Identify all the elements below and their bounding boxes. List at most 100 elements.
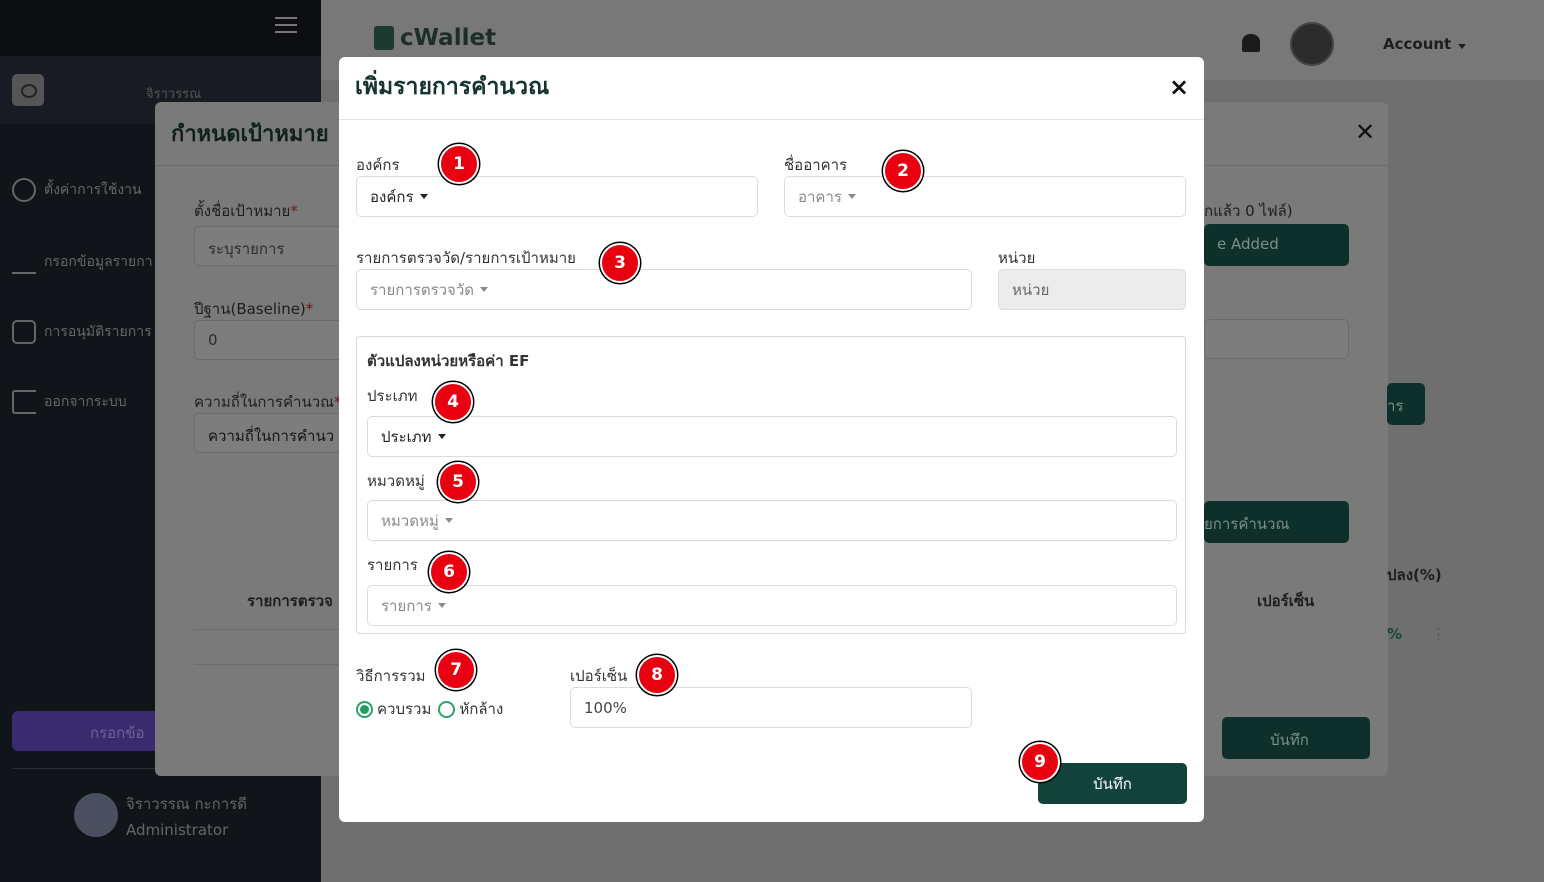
modal-header: เพิ่มรายการคำนวณ × xyxy=(339,57,1204,120)
step-badge-1: 1 xyxy=(439,144,479,184)
percent-input[interactable]: 100% xyxy=(570,687,972,728)
avatar xyxy=(74,793,118,837)
step-badge-3: 3 xyxy=(600,243,640,283)
save-button[interactable]: บันทึก xyxy=(1038,763,1187,804)
logout-icon xyxy=(12,390,36,414)
step-badge-2: 2 xyxy=(883,151,923,191)
method-radio-group: ควบรวม หักล้าง xyxy=(356,697,503,721)
account-dropdown[interactable]: Account xyxy=(1383,35,1467,53)
table-divider xyxy=(194,629,354,630)
pencil-icon xyxy=(12,250,36,274)
column-header-percent: เปอร์เซ็น xyxy=(1257,592,1315,610)
measure-select-value: รายการตรวจวัด xyxy=(370,280,475,299)
unit-field: หน่วย xyxy=(998,269,1186,310)
goal-name-label-text: ตั้งชื่อเป้าหมาย xyxy=(194,202,291,220)
close-button[interactable]: × xyxy=(1169,73,1189,101)
sidebar-item-settings[interactable]: ตั้งค่าการใช้งาน xyxy=(12,178,142,202)
sidebar-item-approval[interactable]: การอนุมัติรายการ xyxy=(12,320,152,344)
step-badge-9: 9 xyxy=(1020,742,1060,782)
chevron-down-icon xyxy=(419,194,428,199)
step-badge-6: 6 xyxy=(429,552,469,592)
sidebar-item-label: ออกจากระบบ xyxy=(44,394,127,410)
baseline-label-text: ปีฐาน(Baseline) xyxy=(194,300,306,318)
add-calc-button[interactable]: ยการคำนวณ xyxy=(1204,501,1349,543)
chevron-down-icon xyxy=(1458,44,1467,49)
unit-field-value: หน่วย xyxy=(1012,280,1050,299)
chevron-down-icon xyxy=(437,603,446,608)
row-percent-value: % xyxy=(1387,625,1403,643)
method-option-label: ควบรวม xyxy=(377,700,432,718)
app-logo[interactable]: cWallet xyxy=(374,25,496,51)
avatar[interactable] xyxy=(1290,22,1334,66)
sidebar-user-role: Administrator xyxy=(126,821,229,839)
hamburger-menu-icon[interactable] xyxy=(275,17,297,33)
frequency-label: ความถี่ในการคำนวณ* xyxy=(194,393,342,411)
step-badge-5: 5 xyxy=(438,462,478,502)
goal-name-input[interactable]: ระบุรายการ xyxy=(194,226,354,266)
chevron-down-icon xyxy=(437,434,446,439)
app-logo-text: cWallet xyxy=(400,25,497,51)
goal-save-button[interactable]: บันทึก xyxy=(1222,717,1370,759)
step-badge-7: 7 xyxy=(436,650,476,690)
unit-label: หน่วย xyxy=(998,249,1036,267)
percent-input-value: 100% xyxy=(584,698,627,717)
type-select-value: ประเภท xyxy=(381,427,432,446)
baseline-input[interactable]: 0 xyxy=(194,320,354,360)
column-header-item: รายการตรวจ xyxy=(247,592,333,610)
sidebar-user-info: จิราวรรณ กะการดี Administrator xyxy=(126,791,247,843)
building-label: ชื่ออาคาร xyxy=(784,156,848,174)
baseline-label: ปีฐาน(Baseline)* xyxy=(194,300,314,318)
sidebar-header xyxy=(0,0,321,56)
category-select[interactable]: หมวดหมู่ xyxy=(367,500,1177,541)
gear-icon xyxy=(12,178,36,202)
org-label: องค์กร xyxy=(356,156,400,174)
item-select[interactable]: รายการ xyxy=(367,585,1177,626)
org-select-value: องค์กร xyxy=(370,187,414,206)
building-select[interactable]: อาคาร xyxy=(784,176,1186,217)
measure-select[interactable]: รายการตรวจวัด xyxy=(356,269,972,310)
sidebar-user-short: จิราวรรณ xyxy=(146,87,202,102)
sidebar-item-label: กรอกข้อมูลรายกา xyxy=(44,254,153,270)
type-label: ประเภท xyxy=(367,387,418,405)
add-list-button[interactable]: าร xyxy=(1387,383,1425,425)
goal-name-label: ตั้งชื่อเป้าหมาย* xyxy=(194,202,298,220)
sidebar-item-logout[interactable]: ออกจากระบบ xyxy=(12,390,127,414)
table-divider xyxy=(194,664,354,665)
frequency-select[interactable]: ความถี่ในการคำนว xyxy=(194,413,354,453)
category-label: หมวดหมู่ xyxy=(367,472,425,490)
row-menu-icon[interactable]: ⋮ xyxy=(1431,625,1446,643)
file-added-button[interactable]: e Added xyxy=(1204,224,1349,266)
measure-label: รายการตรวจวัด/รายการเป้าหมาย xyxy=(356,249,576,267)
goal-modal-title: กำหนดเป้าหมาย xyxy=(171,122,329,147)
files-count-text: กแล้ว 0 ไฟล์) xyxy=(1204,202,1293,220)
ef-section-title: ตัวแปลงหน่วยหรือค่า EF xyxy=(367,352,530,370)
approval-icon xyxy=(12,320,36,344)
method-label: วิธีการรวม xyxy=(356,667,426,685)
sidebar-item-label: การอนุมัติรายการ xyxy=(44,324,152,340)
account-label: Account xyxy=(1383,35,1452,53)
method-radio-offset[interactable] xyxy=(438,700,456,718)
chevron-down-icon xyxy=(480,287,489,292)
org-select[interactable]: องค์กร xyxy=(356,176,758,217)
chevron-down-icon xyxy=(444,518,453,523)
type-select[interactable]: ประเภท xyxy=(367,416,1177,457)
chevron-down-icon xyxy=(847,194,856,199)
step-badge-4: 4 xyxy=(433,382,473,422)
step-badge-8: 8 xyxy=(637,655,677,695)
modal-title: เพิ่มรายการคำนวณ xyxy=(355,74,550,100)
frequency-label-text: ความถี่ในการคำนวณ xyxy=(194,393,335,411)
close-icon[interactable]: ✕ xyxy=(1355,118,1375,146)
item-label: รายการ xyxy=(367,556,418,574)
sidebar-item-label: ตั้งค่าการใช้งาน xyxy=(44,182,142,198)
background-input[interactable] xyxy=(1204,319,1349,359)
building-select-value: อาคาร xyxy=(798,187,842,206)
percent-label: เปอร์เซ็น xyxy=(570,667,628,685)
sidebar-item-data-entry[interactable]: กรอกข้อมูลรายกา xyxy=(12,250,153,274)
wallet-logo-icon xyxy=(374,26,394,50)
column-header-convert: ปลง(%) xyxy=(1387,566,1442,584)
sidebar-user-name: จิราวรรณ กะการดี xyxy=(126,795,247,813)
method-radio-merge[interactable] xyxy=(356,700,373,718)
ef-section: ตัวแปลงหน่วยหรือค่า EF ประเภท ประเภท หมว… xyxy=(356,336,1186,634)
camera-icon xyxy=(12,74,44,106)
bell-icon[interactable] xyxy=(1242,34,1260,52)
